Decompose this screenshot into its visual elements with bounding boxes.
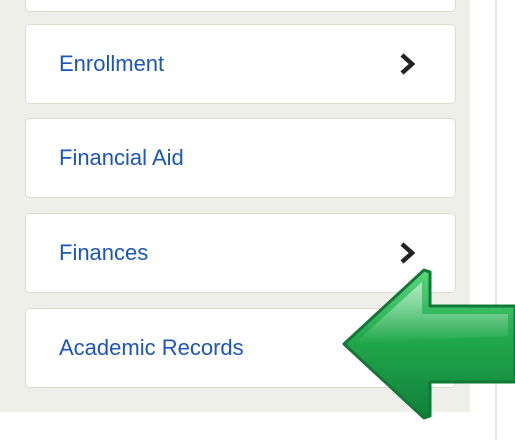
nav-item-enrollment[interactable]: Enrollment [25,24,456,104]
arrow-left-icon [342,268,515,420]
chevron-right-icon [400,53,415,75]
nav-item-label: Enrollment [59,51,165,76]
nav-item-label: Academic Records [59,335,244,360]
nav-item-label: Finances [59,240,149,265]
nav-item-financial-aid[interactable]: Financial Aid [25,118,456,198]
page: Enrollment Financial Aid Finances Academ… [0,0,515,440]
chevron-right-icon [400,242,415,264]
nav-item-label: Financial Aid [59,145,184,170]
nav-item-partial-top[interactable] [25,0,456,12]
